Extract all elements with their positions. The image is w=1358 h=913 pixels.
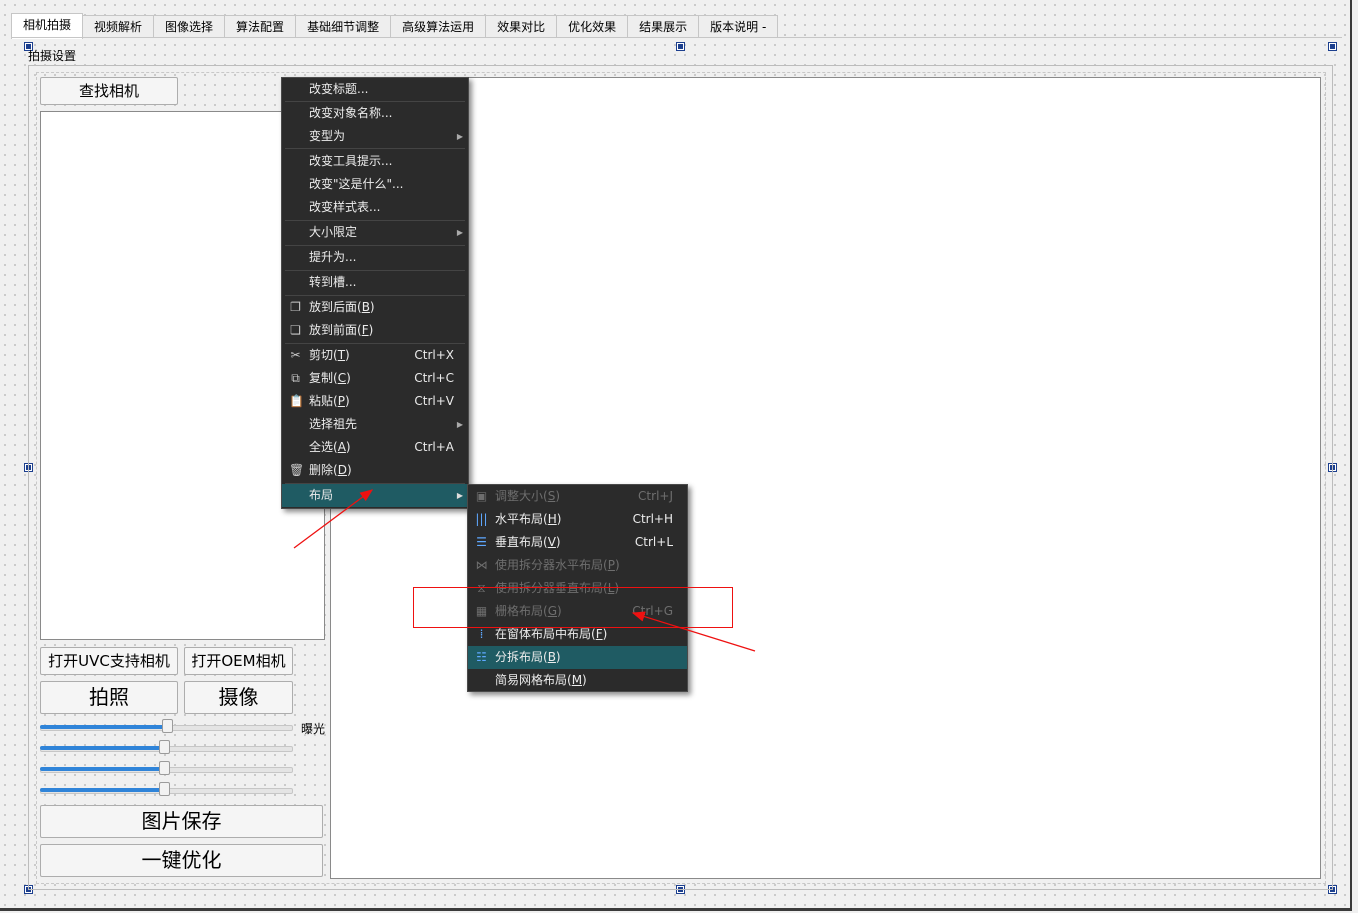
tab-optimize-effect[interactable]: 优化效果 — [557, 15, 629, 38]
slider-handle[interactable] — [159, 782, 170, 796]
menu-item-simple-grid-layout[interactable]: 简易网格布局(M) — [468, 669, 687, 692]
tab-basic-detail[interactable]: 基础细节调整 — [296, 15, 392, 38]
menu-item-copy[interactable]: ⧉ 复制(C) Ctrl+C — [282, 367, 468, 390]
paste-icon: 📋 — [289, 394, 304, 408]
one-key-optimize-button[interactable]: 一键优化 — [40, 844, 323, 877]
slider-fill — [40, 788, 164, 792]
menu-item-size-constraints[interactable]: 大小限定 ▶ — [282, 221, 468, 244]
menu-item-bring-to-front[interactable]: ❏ 放到前面(F) — [282, 319, 468, 342]
context-menu: 改变标题... 改变对象名称... 变型为 ▶ 改变工具提示... 改变"这是什么… — [281, 77, 469, 509]
menu-item-change-object-name[interactable]: 改变对象名称... — [282, 102, 468, 125]
menu-item-vertical-layout[interactable]: ☰ 垂直布局(V) Ctrl+L — [468, 531, 687, 554]
menu-item-horizontal-layout[interactable]: ||| 水平布局(H) Ctrl+H — [468, 508, 687, 531]
break-layout-icon: ☷ — [476, 650, 487, 664]
slider-fill — [40, 725, 167, 729]
submenu-arrow-icon: ▶ — [456, 491, 463, 500]
slider-handle[interactable] — [159, 761, 170, 775]
trash-icon: 🗑 — [289, 463, 305, 477]
slider-fill — [40, 767, 164, 771]
selection-handle[interactable] — [1328, 42, 1337, 51]
tab-advanced-algorithm[interactable]: 高级算法运用 — [391, 15, 487, 38]
slider-3[interactable] — [40, 761, 293, 775]
slider-4[interactable] — [40, 782, 293, 796]
menu-item-promote-to[interactable]: 提升为... — [282, 246, 468, 269]
form-layout-icon: ⁞ — [479, 627, 484, 641]
menu-item-change-tooltip[interactable]: 改变工具提示... — [282, 150, 468, 173]
tab-camera-capture[interactable]: 相机拍摄 — [11, 13, 84, 39]
menu-item-change-whats-this[interactable]: 改变"这是什么"... — [282, 173, 468, 196]
slider-2[interactable] — [40, 740, 293, 754]
vertical-layout-icon: ☰ — [476, 535, 487, 549]
slider-handle[interactable] — [159, 740, 170, 754]
menu-item-layout[interactable]: 布局 ▶ — [282, 484, 468, 507]
slider-fill — [40, 746, 164, 750]
submenu-arrow-icon: ▶ — [456, 132, 463, 141]
open-oem-camera-button[interactable]: 打开OEM相机 — [184, 647, 293, 675]
menu-separator — [285, 148, 465, 149]
menu-item-break-layout[interactable]: ☷ 分拆布局(B) — [468, 646, 687, 669]
bring-to-front-icon: ❏ — [290, 323, 301, 337]
tab-result-display[interactable]: 结果展示 — [628, 15, 700, 38]
tab-bar: 相机拍摄 视频解析 图像选择 算法配置 基础细节调整 高级算法运用 效果对比 优… — [11, 13, 779, 39]
menu-item-morph-into[interactable]: 变型为 ▶ — [282, 125, 468, 148]
groupbox-title: 拍摄设置 — [28, 49, 77, 63]
exposure-slider[interactable] — [40, 719, 293, 733]
slider-handle[interactable] — [162, 719, 173, 733]
menu-item-go-to-slot[interactable]: 转到槽... — [282, 271, 468, 294]
selection-handle[interactable] — [676, 42, 685, 51]
menu-item-delete[interactable]: 🗑 删除(D) — [282, 459, 468, 482]
save-image-button[interactable]: 图片保存 — [40, 805, 323, 838]
menu-item-change-stylesheet[interactable]: 改变样式表... — [282, 196, 468, 219]
menu-item-send-to-back[interactable]: ❐ 放到后面(B) — [282, 296, 468, 319]
menu-item-select-ancestor[interactable]: 选择祖先 ▶ — [282, 413, 468, 436]
annotation-highlight-box — [413, 587, 733, 628]
menu-item-splitter-horizontal: ⋈ 使用拆分器水平布局(P) — [475, 558, 620, 572]
camera-preview-area — [330, 77, 1321, 879]
find-camera-button[interactable]: 查找相机 — [40, 77, 178, 105]
send-to-back-icon: ❐ — [290, 300, 301, 314]
tab-image-select[interactable]: 图像选择 — [154, 15, 226, 38]
submenu-arrow-icon: ▶ — [456, 228, 463, 237]
splitter-horizontal-icon: ⋈ — [475, 558, 488, 572]
menu-item-adjust-size: ▣ 调整大小(S) Ctrl+J — [475, 489, 673, 503]
menu-item-select-all[interactable]: 全选(A) Ctrl+A — [282, 436, 468, 459]
tab-effect-compare[interactable]: 效果对比 — [486, 15, 558, 38]
submenu-arrow-icon: ▶ — [456, 420, 463, 429]
scissors-icon: ✂ — [290, 348, 301, 362]
tab-pane-border — [11, 37, 1342, 38]
tab-video-analysis[interactable]: 视频解析 — [83, 15, 155, 38]
adjust-size-icon: ▣ — [475, 489, 488, 503]
tab-algorithm-config[interactable]: 算法配置 — [225, 15, 297, 38]
take-photo-button[interactable]: 拍照 — [40, 681, 178, 714]
menu-item-change-title[interactable]: 改变标题... — [282, 78, 468, 101]
open-uvc-camera-button[interactable]: 打开UVC支持相机 — [40, 647, 178, 675]
record-video-button[interactable]: 摄像 — [184, 681, 293, 714]
tab-version-info[interactable]: 版本说明 - — [699, 15, 779, 38]
horizontal-layout-icon: ||| — [475, 512, 488, 526]
copy-icon: ⧉ — [291, 371, 300, 385]
menu-item-cut[interactable]: ✂ 剪切(T) Ctrl+X — [282, 344, 468, 367]
exposure-label: 曝光 — [301, 722, 326, 736]
menu-item-paste[interactable]: 📋 粘贴(P) Ctrl+V — [282, 390, 468, 413]
